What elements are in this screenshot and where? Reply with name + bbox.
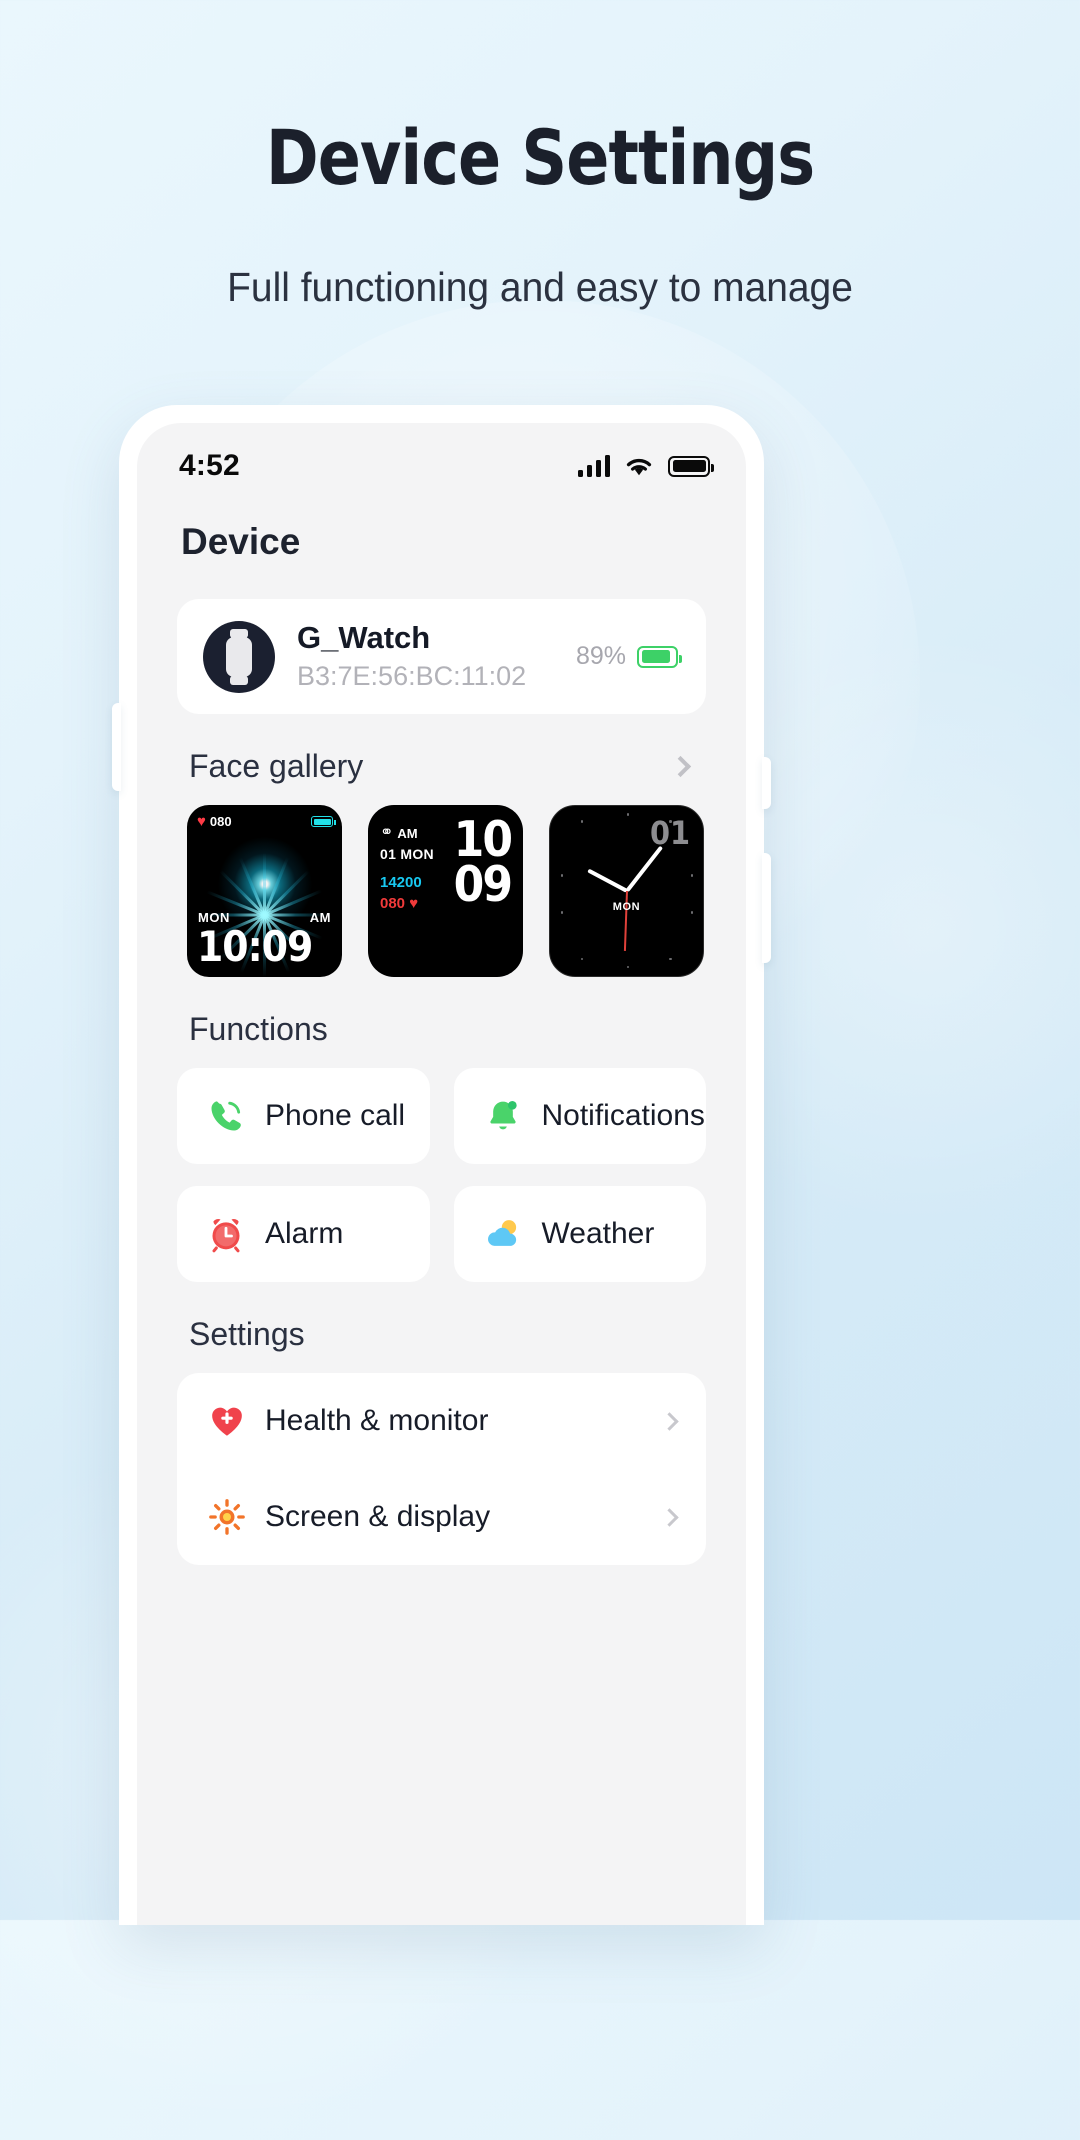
- brightness-icon: [207, 1497, 247, 1537]
- second-hand-icon: [623, 890, 628, 951]
- face3-number: 01: [649, 814, 690, 852]
- watch-icon: [203, 620, 275, 693]
- chevron-right-icon[interactable]: [669, 755, 692, 778]
- function-label: Phone call: [265, 1099, 406, 1132]
- functions-grid: Phone call Notifications Alarm Weather: [177, 1068, 706, 1282]
- phone-mute-button[interactable]: [762, 757, 771, 809]
- settings-row-health-monitor[interactable]: Health & monitor: [177, 1373, 706, 1469]
- face1-time: 10:09: [197, 922, 313, 971]
- screen-heading: Device: [181, 521, 301, 562]
- hero-section: Device Settings Full functioning and eas…: [0, 118, 1080, 311]
- bell-icon: [482, 1095, 524, 1137]
- alarm-clock-icon: [205, 1213, 247, 1255]
- battery-full-icon: [668, 455, 714, 477]
- hour-hand-icon: [586, 868, 628, 893]
- page-subtitle: Full functioning and easy to manage: [227, 263, 853, 310]
- weather-cloud-icon: [482, 1213, 524, 1255]
- phone-screen: 4:52 Device G_Watch B3:7E:56:BC:11:02 89…: [137, 423, 746, 1925]
- minute-hand-icon: [624, 845, 663, 893]
- page-title: Device Settings: [265, 113, 815, 202]
- chevron-right-icon[interactable]: [660, 1411, 679, 1431]
- function-card-phone-call[interactable]: Phone call: [177, 1068, 430, 1164]
- status-bar: 4:52: [137, 423, 746, 495]
- device-mac-address: B3:7E:56:BC:11:02: [297, 661, 527, 692]
- function-label: Alarm: [265, 1217, 344, 1250]
- status-icons: [577, 455, 714, 477]
- watch-face-item[interactable]: 01 MON: [549, 805, 704, 977]
- face-gallery-list: ♥ 080 MON AM 10:09 ⚭ AM 01 MON 14200 080…: [177, 805, 706, 977]
- face2-minute: 09: [453, 856, 513, 914]
- face-gallery-header[interactable]: Face gallery: [189, 748, 702, 785]
- phone-volume-button[interactable]: [112, 703, 121, 791]
- page-content: Device G_Watch B3:7E:56:BC:11:02 89% Fac…: [137, 521, 746, 1565]
- face2-heart-rate: 080: [380, 895, 406, 912]
- settings-label: Screen & display: [265, 1500, 491, 1533]
- watch-face-item[interactable]: ⚭ AM 01 MON 14200 080 ♥ 10 09: [368, 805, 523, 977]
- settings-label: Health & monitor: [265, 1404, 489, 1437]
- face1-heart-rate: 080: [209, 814, 232, 829]
- settings-list: Health & monitor Screen & display: [177, 1373, 706, 1565]
- face3-day: MON: [612, 901, 641, 914]
- face-gallery-title: Face gallery: [189, 748, 364, 784]
- phone-power-button[interactable]: [762, 853, 771, 963]
- phone-mockup: 4:52 Device G_Watch B3:7E:56:BC:11:02 89…: [112, 405, 771, 1925]
- face2-date: 01 MON: [380, 846, 434, 862]
- settings-row-screen-display[interactable]: Screen & display: [177, 1469, 706, 1565]
- settings-header: Settings: [189, 1316, 702, 1353]
- chevron-right-icon[interactable]: [660, 1507, 679, 1527]
- watch-face-item[interactable]: ♥ 080 MON AM 10:09: [187, 805, 342, 977]
- face1-meridiem: AM: [309, 910, 331, 925]
- face2-meridiem: AM: [397, 825, 418, 841]
- functions-header: Functions: [189, 1011, 702, 1048]
- battery-icon: [637, 645, 682, 668]
- wifi-icon: [626, 458, 652, 476]
- battery-percent-label: 89%: [575, 642, 626, 670]
- phone-icon: [205, 1095, 247, 1137]
- heart-icon: ♥: [197, 813, 206, 830]
- device-name: G_Watch: [297, 619, 431, 655]
- heart-plus-icon: [207, 1401, 247, 1441]
- device-info: G_Watch B3:7E:56:BC:11:02: [297, 619, 554, 695]
- status-time: 4:52: [179, 449, 240, 482]
- function-label: Notifications: [541, 1099, 705, 1132]
- heart-icon: ♥: [409, 895, 419, 912]
- function-label: Weather: [541, 1217, 655, 1250]
- battery-icon: [311, 816, 336, 827]
- function-card-notifications[interactable]: Notifications: [453, 1068, 706, 1164]
- link-icon: ⚭: [380, 824, 393, 841]
- settings-title: Settings: [189, 1316, 305, 1352]
- function-card-weather[interactable]: Weather: [453, 1186, 706, 1282]
- function-card-alarm[interactable]: Alarm: [177, 1186, 430, 1282]
- functions-title: Functions: [189, 1011, 328, 1047]
- signal-bars-icon: [577, 455, 610, 477]
- face2-steps: 14200: [380, 874, 422, 891]
- device-battery: 89%: [575, 642, 682, 671]
- device-card[interactable]: G_Watch B3:7E:56:BC:11:02 89%: [177, 599, 706, 714]
